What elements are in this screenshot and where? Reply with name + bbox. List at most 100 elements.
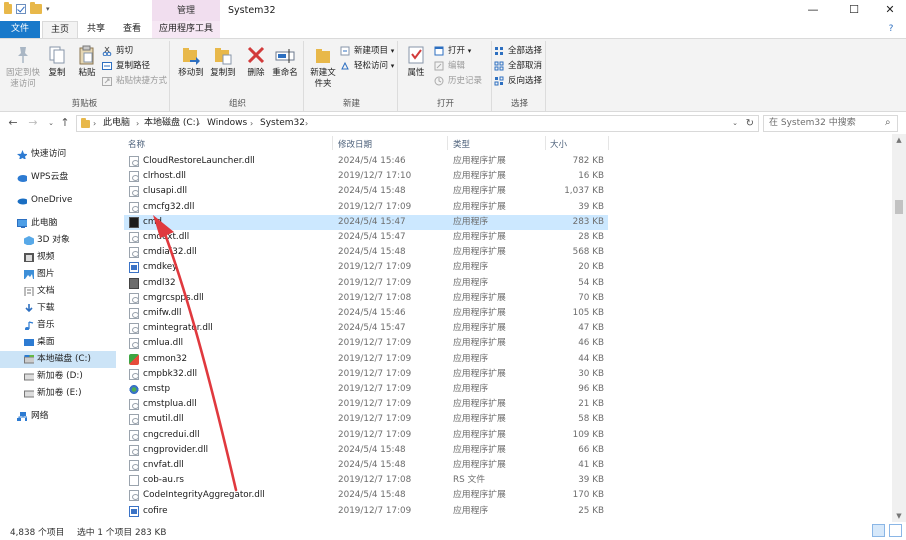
scroll-down-icon[interactable]: ▼ [892,510,906,522]
table-row[interactable]: clrhost.dll 2019/12/7 17:10 应用程序扩展 16 KB [124,169,608,184]
nav-item-documents[interactable]: 文档 [0,283,55,300]
column-divider[interactable] [332,136,333,150]
history-button[interactable]: 历史记录 [434,75,482,87]
rename-button[interactable]: 重命名 [270,44,300,79]
table-row[interactable]: clusapi.dll 2024/5/4 15:48 应用程序扩展 1,037 KB [124,184,608,199]
nav-item-downloads[interactable]: 下载 [0,300,55,317]
table-row[interactable]: cmintegrator.dll 2024/5/4 15:47 应用程序扩展 47 K… [124,321,608,336]
copy-path-button[interactable]: 复制路径 [102,60,150,72]
invert-selection-button[interactable]: 反向选择 [494,75,542,87]
forward-arrow-icon[interactable]: → [26,116,40,130]
table-row[interactable]: cmdial32.dll 2024/5/4 15:48 应用程序扩展 568 KB [124,245,608,260]
new-folder-button[interactable]: 新建文件夹 [308,44,338,90]
scrollbar-thumb[interactable] [895,200,903,214]
table-row[interactable]: cmd 2024/5/4 15:47 应用程序 283 KB [124,214,608,230]
open-button[interactable]: 打开 ▾ [434,45,471,57]
tab-view[interactable]: 查看 [114,21,150,38]
table-row[interactable]: CodeIntegrityAggregator.dll 2024/5/4 15:4… [124,488,608,503]
table-row[interactable]: cngcredui.dll 2019/12/7 17:09 应用程序扩展 109 KB [124,428,608,443]
easy-access-button[interactable]: 轻松访问 ▾ [340,60,394,72]
table-row[interactable]: cmdl32 2019/12/7 17:09 应用程序 54 KB [124,276,608,291]
nav-item-volume-e[interactable]: 新加卷 (E:) [0,385,82,402]
nav-item-onedrive[interactable]: OneDrive [0,192,72,209]
table-row[interactable]: cmlua.dll 2019/12/7 17:09 应用程序扩展 46 KB [124,336,608,351]
back-arrow-icon[interactable]: ← [6,116,20,130]
table-row[interactable]: cmdext.dll 2024/5/4 15:47 应用程序扩展 28 KB [124,230,608,245]
nav-item-this-pc[interactable]: 此电脑 [0,215,57,232]
breadcrumb-system32[interactable]: System32 [260,116,305,131]
delete-button[interactable]: 删除 [244,44,268,79]
search-input[interactable]: 在 System32 中搜索 [763,115,898,132]
copy-button[interactable]: 复制 [44,44,70,79]
up-arrow-icon[interactable]: ↑ [58,116,72,130]
tab-share[interactable]: 共享 [80,21,112,38]
tab-app-tools[interactable]: 应用程序工具 [152,21,220,38]
paste-button[interactable]: 粘贴 [74,44,100,79]
table-row[interactable]: cofire 2019/12/7 17:09 应用程序 25 KB [124,504,608,519]
vertical-scrollbar[interactable]: ▲ ▼ [892,134,906,522]
table-row[interactable]: cmdkey 2019/12/7 17:09 应用程序 20 KB [124,260,608,275]
minimize-button[interactable]: — [797,0,829,21]
nav-item-local-disk-c[interactable]: 本地磁盘 (C:) [0,351,116,368]
nav-item-music[interactable]: 音乐 [0,317,55,334]
tab-file[interactable]: 文件 [0,21,40,38]
qat-dropdown-icon[interactable]: ▾ [46,5,50,13]
breadcrumb-this-pc[interactable]: 此电脑 [103,116,130,131]
breadcrumb-local-disk[interactable]: 本地磁盘 (C:) [144,116,199,131]
breadcrumb-windows[interactable]: Windows [207,116,247,131]
scroll-up-icon[interactable]: ▲ [892,134,906,146]
table-row[interactable]: cmgrcspps.dll 2019/12/7 17:08 应用程序扩展 70 KB [124,291,608,306]
nav-item-3d-objects[interactable]: 3D 对象 [0,232,70,249]
column-header-date[interactable]: 修改日期 [338,138,372,150]
column-divider[interactable] [545,136,546,150]
nav-item-volume-d[interactable]: 新加卷 (D:) [0,368,83,385]
address-dropdown-icon[interactable]: ⌄ [732,116,738,131]
column-divider[interactable] [608,136,609,150]
nav-item-network[interactable]: 网络 [0,408,49,425]
cut-button[interactable]: 剪切 [102,45,133,57]
paste-shortcut-button[interactable]: 粘贴快捷方式 [102,75,167,87]
copy-to-button[interactable]: 复制到 [208,44,238,79]
column-header-type[interactable]: 类型 [453,138,470,150]
table-row[interactable]: cmifw.dll 2024/5/4 15:46 应用程序扩展 105 KB [124,306,608,321]
new-folder-icon[interactable] [30,2,42,14]
table-row[interactable]: cmstplua.dll 2019/12/7 17:09 应用程序扩展 21 KB [124,397,608,412]
properties-button[interactable]: 属性 [402,44,430,79]
maximize-button[interactable]: ☐ [838,0,870,21]
edit-button[interactable]: 编辑 [434,60,465,72]
table-row[interactable]: cmcfg32.dll 2019/12/7 17:09 应用程序扩展 39 KB [124,200,608,215]
properties-icon[interactable] [16,4,26,14]
details-view-icon[interactable] [872,524,885,537]
nav-item-desktop[interactable]: 桌面 [0,334,55,351]
pin-quick-access-button[interactable]: 固定到快速访问 [4,44,42,90]
nav-item-quick-access[interactable]: 快速访问 [0,146,66,163]
move-to-button[interactable]: 移动到 [176,44,206,79]
column-header-size[interactable]: 大小 [550,138,567,150]
close-button[interactable]: ✕ [874,0,906,21]
manage-context-tab[interactable]: 管理 [152,0,220,21]
column-divider[interactable] [447,136,448,150]
large-icons-view-icon[interactable] [889,524,902,537]
nav-item-videos[interactable]: 视频 [0,249,55,266]
select-all-button[interactable]: 全部选择 [494,45,542,57]
table-row[interactable]: cngprovider.dll 2024/5/4 15:48 应用程序扩展 66 KB [124,443,608,458]
table-row[interactable]: cob-au.rs 2019/12/7 17:08 RS 文件 39 KB [124,473,608,488]
table-row[interactable]: cnvfat.dll 2024/5/4 15:48 应用程序扩展 41 KB [124,458,608,473]
table-row[interactable]: cmutil.dll 2019/12/7 17:09 应用程序扩展 58 KB [124,412,608,427]
nav-item-wps-cloud[interactable]: WPS云盘 [0,169,68,186]
nav-item-pictures[interactable]: 图片 [0,266,55,283]
copy-to-label: 复制到 [210,68,236,78]
search-icon[interactable]: ⌕ [885,117,891,128]
tab-home[interactable]: 主页 [42,21,78,38]
refresh-icon[interactable]: ↻ [746,116,754,131]
new-item-button[interactable]: 新建项目 ▾ [340,45,394,57]
table-row[interactable]: cmpbk32.dll 2019/12/7 17:09 应用程序扩展 30 KB [124,367,608,382]
table-row[interactable]: cmstp 2019/12/7 17:09 应用程序 96 KB [124,382,608,397]
select-none-button[interactable]: 全部取消 [494,60,542,72]
table-row[interactable]: cmmon32 2019/12/7 17:09 应用程序 44 KB [124,352,608,367]
table-row[interactable]: CloudRestoreLauncher.dll 2024/5/4 15:46 应用… [124,154,608,169]
help-icon[interactable]: ? [884,21,898,38]
column-header-name[interactable]: 名称 [128,138,145,150]
recent-locations-chevron-icon[interactable]: ⌄ [44,116,58,130]
address-field[interactable]: › 此电脑 › 本地磁盘 (C:) › Windows › System32 ›… [76,115,759,132]
